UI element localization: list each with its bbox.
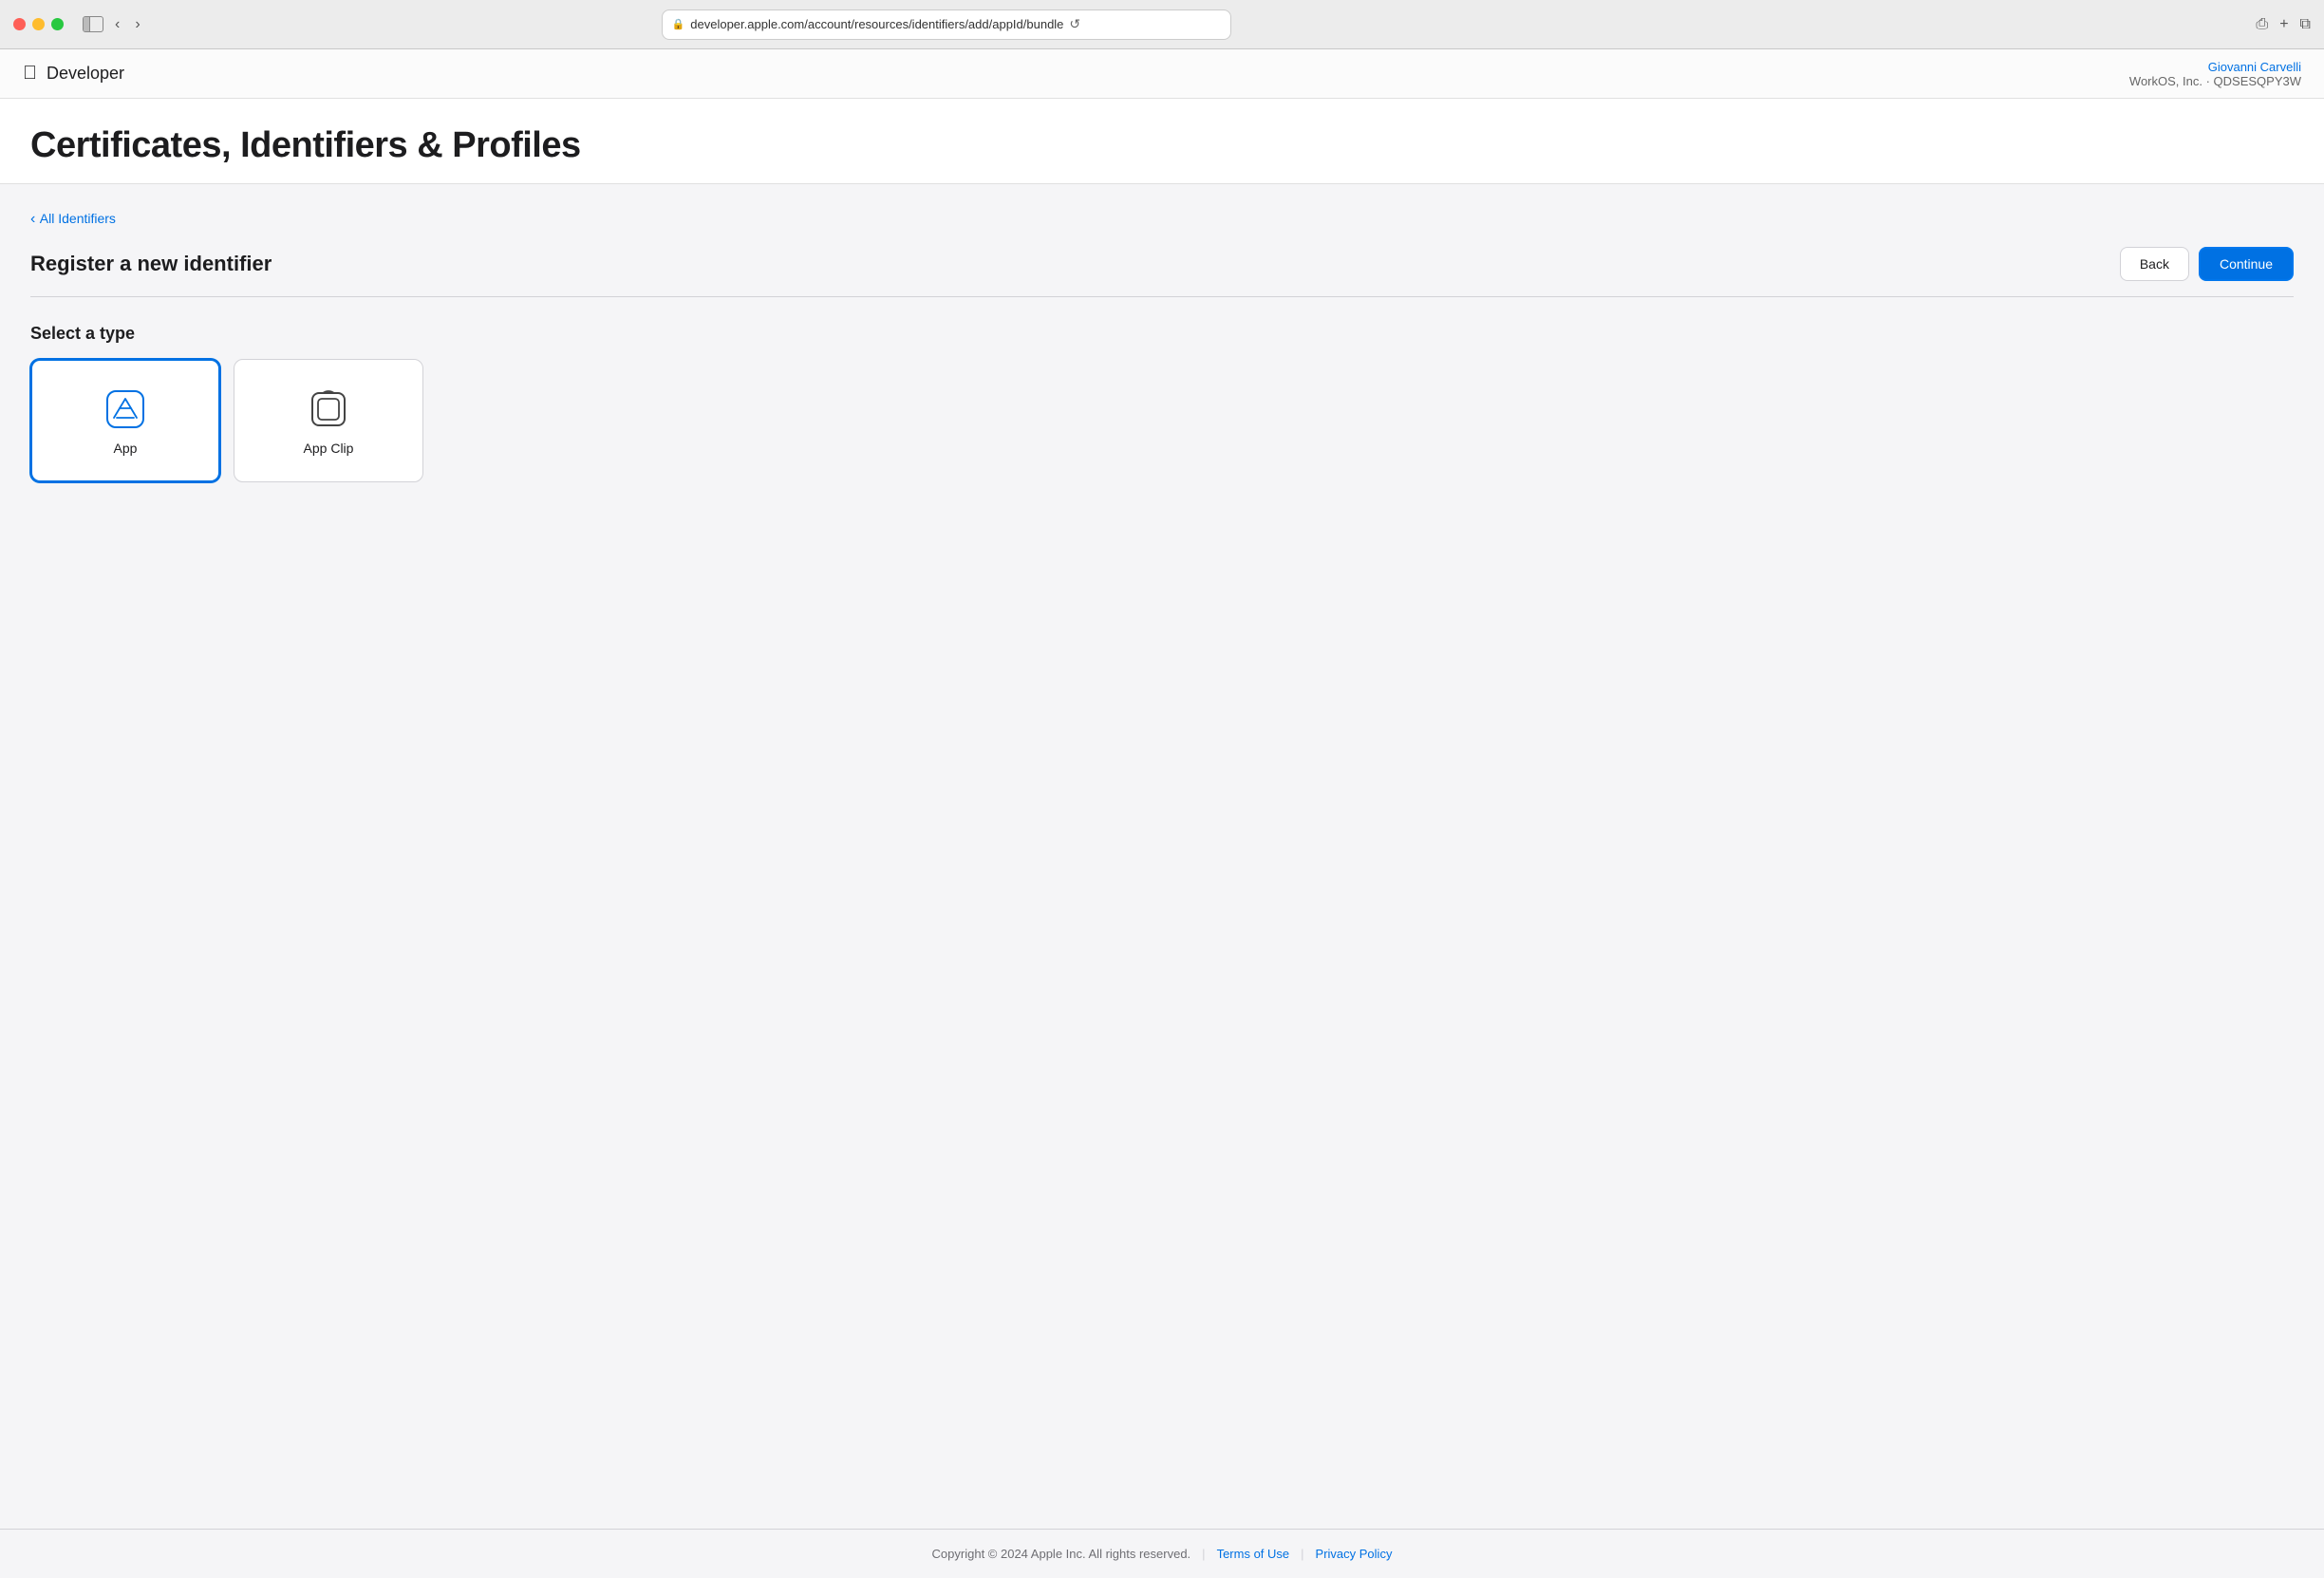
developer-label: Developer bbox=[47, 64, 124, 84]
app-icon bbox=[102, 385, 149, 433]
type-card-app-clip[interactable]: App Clip bbox=[234, 359, 423, 482]
content-area: All Identifiers Register a new identifie… bbox=[0, 184, 2324, 509]
page-header: Certificates, Identifiers & Profiles bbox=[0, 99, 2324, 184]
url-bar[interactable]: 🔒 developer.apple.com/account/resources/… bbox=[662, 9, 1231, 40]
browser-controls: ‹ › bbox=[83, 14, 144, 35]
apple-logo-icon:  bbox=[23, 63, 37, 85]
browser-chrome: ‹ › 🔒 developer.apple.com/account/resour… bbox=[0, 0, 2324, 49]
account-name[interactable]: Giovanni Carvelli bbox=[2129, 60, 2301, 74]
app-clip-card-label: App Clip bbox=[304, 441, 354, 456]
page-title: Certificates, Identifiers & Profiles bbox=[30, 125, 2294, 166]
breadcrumb: All Identifiers bbox=[30, 211, 2294, 228]
reload-button[interactable]: ↺ bbox=[1069, 16, 1080, 32]
button-group: Back Continue bbox=[2120, 247, 2294, 281]
apple-logo-area:  Developer bbox=[23, 63, 124, 85]
section-title: Register a new identifier bbox=[30, 252, 272, 276]
browser-right-controls: ⎙ + ⧉ bbox=[2256, 16, 2311, 33]
close-button[interactable] bbox=[13, 18, 26, 30]
page-footer: Copyright © 2024 Apple Inc. All rights r… bbox=[0, 1529, 2324, 1578]
lock-icon: 🔒 bbox=[672, 18, 685, 30]
footer-separator-1: | bbox=[1202, 1547, 1205, 1561]
traffic-lights bbox=[13, 18, 64, 30]
select-type-label: Select a type bbox=[30, 324, 2294, 344]
continue-button[interactable]: Continue bbox=[2199, 247, 2294, 281]
app-card-label: App bbox=[114, 441, 138, 456]
type-card-app[interactable]: App bbox=[30, 359, 220, 482]
minimize-button[interactable] bbox=[32, 18, 45, 30]
account-org: WorkOS, Inc. · QDSESQPY3W bbox=[2129, 74, 2301, 88]
type-cards: App App Clip bbox=[30, 359, 2294, 482]
back-button[interactable]: Back bbox=[2120, 247, 2189, 281]
share-button[interactable]: ⎙ bbox=[2256, 16, 2268, 33]
sidebar-toggle-button[interactable] bbox=[83, 16, 103, 32]
back-nav-button[interactable]: ‹ bbox=[111, 14, 123, 35]
account-area: Giovanni Carvelli WorkOS, Inc. · QDSESQP… bbox=[2129, 60, 2301, 88]
maximize-button[interactable] bbox=[51, 18, 64, 30]
terms-of-use-link[interactable]: Terms of Use bbox=[1217, 1547, 1290, 1561]
app-clip-icon bbox=[305, 385, 352, 433]
footer-separator-2: | bbox=[1301, 1547, 1303, 1561]
apple-developer-nav:  Developer Giovanni Carvelli WorkOS, In… bbox=[0, 49, 2324, 99]
forward-nav-button[interactable]: › bbox=[131, 14, 143, 35]
main-content: All Identifiers Register a new identifie… bbox=[0, 184, 2324, 1529]
new-tab-button[interactable]: + bbox=[2279, 16, 2288, 33]
privacy-policy-link[interactable]: Privacy Policy bbox=[1316, 1547, 1393, 1561]
breadcrumb-link[interactable]: All Identifiers bbox=[40, 211, 116, 226]
tabs-button[interactable]: ⧉ bbox=[2300, 16, 2311, 33]
url-text: developer.apple.com/account/resources/id… bbox=[690, 17, 1063, 31]
copyright-text: Copyright © 2024 Apple Inc. All rights r… bbox=[932, 1547, 1191, 1561]
section-header: Register a new identifier Back Continue bbox=[30, 247, 2294, 297]
